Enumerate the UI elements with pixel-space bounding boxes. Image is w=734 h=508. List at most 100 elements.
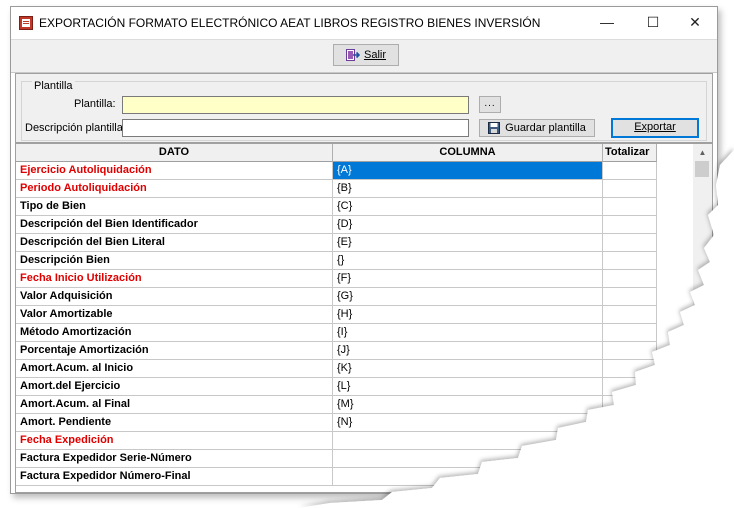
totalizar-cell[interactable] bbox=[603, 234, 657, 252]
columna-cell[interactable]: {D} bbox=[333, 216, 603, 234]
totalizar-cell[interactable] bbox=[603, 396, 657, 414]
plantilla-label: Plantilla: bbox=[74, 98, 116, 110]
scroll-thumb[interactable] bbox=[695, 161, 709, 177]
totalizar-cell[interactable] bbox=[603, 450, 657, 468]
dato-cell[interactable]: Factura Expedidor Número-Final bbox=[16, 468, 333, 486]
dato-cell[interactable]: Descripción del Bien Identificador bbox=[16, 216, 333, 234]
columna-cell[interactable]: {A} bbox=[333, 162, 603, 180]
columna-cell[interactable] bbox=[333, 432, 603, 450]
table-row[interactable]: Valor Amortizable {H} bbox=[16, 306, 657, 324]
dato-cell[interactable]: Amort.Acum. al Final bbox=[16, 396, 333, 414]
dato-cell[interactable]: Descripción del Bien Literal bbox=[16, 234, 333, 252]
table-row[interactable]: Fecha Inicio Utilización {F} bbox=[16, 270, 657, 288]
table-row[interactable]: Amort.Acum. al Final {M} bbox=[16, 396, 657, 414]
guardar-plantilla-button[interactable]: Guardar plantilla bbox=[479, 119, 595, 137]
exportar-button[interactable]: Exportar bbox=[611, 118, 699, 138]
header-columna[interactable]: COLUMNA bbox=[333, 144, 603, 162]
toolbar: Salir bbox=[11, 39, 717, 73]
close-button[interactable]: ✕ bbox=[673, 7, 717, 38]
totalizar-cell[interactable] bbox=[603, 288, 657, 306]
table-row[interactable]: Tipo de Bien {C} bbox=[16, 198, 657, 216]
totalizar-cell[interactable] bbox=[603, 252, 657, 270]
dato-cell[interactable]: Fecha Expedición bbox=[16, 432, 333, 450]
columna-cell[interactable] bbox=[333, 468, 603, 486]
columna-cell[interactable]: {C} bbox=[333, 198, 603, 216]
vertical-scrollbar[interactable]: ▲ bbox=[693, 144, 712, 492]
columna-cell[interactable]: {} bbox=[333, 252, 603, 270]
descripcion-input[interactable] bbox=[122, 119, 469, 137]
floppy-disk-icon bbox=[488, 122, 501, 135]
browse-plantilla-button[interactable]: ... bbox=[479, 96, 501, 113]
columna-cell[interactable]: {J} bbox=[333, 342, 603, 360]
minimize-button[interactable]: — bbox=[585, 7, 629, 38]
dato-cell[interactable]: Ejercicio Autoliquidación bbox=[16, 162, 333, 180]
totalizar-cell[interactable] bbox=[603, 342, 657, 360]
table-row[interactable]: Ejercicio Autoliquidación {A} bbox=[16, 162, 657, 180]
totalizar-cell[interactable] bbox=[603, 324, 657, 342]
totalizar-cell[interactable] bbox=[603, 468, 657, 486]
dato-cell[interactable]: Periodo Autoliquidación bbox=[16, 180, 333, 198]
table-row[interactable]: Valor Adquisición {G} bbox=[16, 288, 657, 306]
table-row[interactable]: Amort. Pendiente {N} bbox=[16, 414, 657, 432]
totalizar-cell[interactable] bbox=[603, 378, 657, 396]
salir-button[interactable]: Salir bbox=[333, 44, 399, 66]
totalizar-cell[interactable] bbox=[603, 306, 657, 324]
header-dato[interactable]: DATO bbox=[16, 144, 333, 162]
dato-cell[interactable]: Tipo de Bien bbox=[16, 198, 333, 216]
table-row[interactable]: Método Amortización {I} bbox=[16, 324, 657, 342]
totalizar-cell[interactable] bbox=[603, 270, 657, 288]
columna-cell[interactable]: {B} bbox=[333, 180, 603, 198]
dato-cell[interactable]: Descripción Bien bbox=[16, 252, 333, 270]
app-document-icon bbox=[19, 16, 33, 30]
totalizar-cell[interactable] bbox=[603, 432, 657, 450]
table-row[interactable]: Porcentaje Amortización {J} bbox=[16, 342, 657, 360]
totalizar-cell[interactable] bbox=[603, 216, 657, 234]
columna-cell[interactable]: {N} bbox=[333, 414, 603, 432]
mapping-grid[interactable]: DATO COLUMNA Totalizar Ejercicio Autoliq… bbox=[15, 143, 713, 493]
dato-cell[interactable]: Valor Amortizable bbox=[16, 306, 333, 324]
table-row[interactable]: Factura Expedidor Serie-Número bbox=[16, 450, 657, 468]
columna-cell[interactable]: {G} bbox=[333, 288, 603, 306]
table-row[interactable]: Descripción del Bien Identificador {D} bbox=[16, 216, 657, 234]
table-row[interactable]: Factura Expedidor Número-Final bbox=[16, 468, 657, 486]
maximize-icon: ☐ bbox=[646, 14, 660, 30]
title-bar[interactable]: EXPORTACIÓN FORMATO ELECTRÓNICO AEAT LIB… bbox=[11, 7, 717, 38]
dato-cell[interactable]: Valor Adquisición bbox=[16, 288, 333, 306]
columna-cell[interactable]: {K} bbox=[333, 360, 603, 378]
columna-cell[interactable]: {F} bbox=[333, 270, 603, 288]
dato-cell[interactable]: Amort. Pendiente bbox=[16, 414, 333, 432]
plantilla-group: Plantilla Plantilla: ... Descripción pla… bbox=[21, 80, 707, 141]
plantilla-input[interactable] bbox=[122, 96, 469, 114]
table-row[interactable]: Periodo Autoliquidación {B} bbox=[16, 180, 657, 198]
totalizar-cell[interactable] bbox=[603, 360, 657, 378]
header-totalizar[interactable]: Totalizar bbox=[603, 144, 657, 162]
totalizar-cell[interactable] bbox=[603, 198, 657, 216]
dato-cell[interactable]: Fecha Inicio Utilización bbox=[16, 270, 333, 288]
dato-cell[interactable]: Porcentaje Amortización bbox=[16, 342, 333, 360]
plantilla-panel: Plantilla Plantilla: ... Descripción pla… bbox=[15, 73, 713, 143]
columna-cell[interactable]: {L} bbox=[333, 378, 603, 396]
table-row[interactable]: Amort.del Ejercicio {L} bbox=[16, 378, 657, 396]
totalizar-cell[interactable] bbox=[603, 414, 657, 432]
columna-cell[interactable]: {M} bbox=[333, 396, 603, 414]
table-row[interactable]: Fecha Expedición bbox=[16, 432, 657, 450]
totalizar-cell[interactable] bbox=[603, 162, 657, 180]
table-row[interactable]: Amort.Acum. al Inicio {K} bbox=[16, 360, 657, 378]
dato-cell[interactable]: Amort.Acum. al Inicio bbox=[16, 360, 333, 378]
maximize-button[interactable]: ☐ bbox=[631, 7, 675, 38]
dato-cell[interactable]: Método Amortización bbox=[16, 324, 333, 342]
table-row[interactable]: Descripción del Bien Literal {E} bbox=[16, 234, 657, 252]
scroll-up-icon[interactable]: ▲ bbox=[693, 144, 712, 161]
dato-cell[interactable]: Factura Expedidor Serie-Número bbox=[16, 450, 333, 468]
totalizar-cell[interactable] bbox=[603, 180, 657, 198]
export-window: EXPORTACIÓN FORMATO ELECTRÓNICO AEAT LIB… bbox=[10, 6, 718, 494]
columna-cell[interactable] bbox=[333, 450, 603, 468]
columna-cell[interactable]: {I} bbox=[333, 324, 603, 342]
columna-cell[interactable]: {E} bbox=[333, 234, 603, 252]
exit-icon bbox=[345, 49, 360, 62]
columna-cell[interactable]: {H} bbox=[333, 306, 603, 324]
exportar-label: Exportar bbox=[634, 121, 676, 133]
dato-cell[interactable]: Amort.del Ejercicio bbox=[16, 378, 333, 396]
window-title: EXPORTACIÓN FORMATO ELECTRÓNICO AEAT LIB… bbox=[39, 16, 541, 30]
table-row[interactable]: Descripción Bien{} bbox=[16, 252, 657, 270]
